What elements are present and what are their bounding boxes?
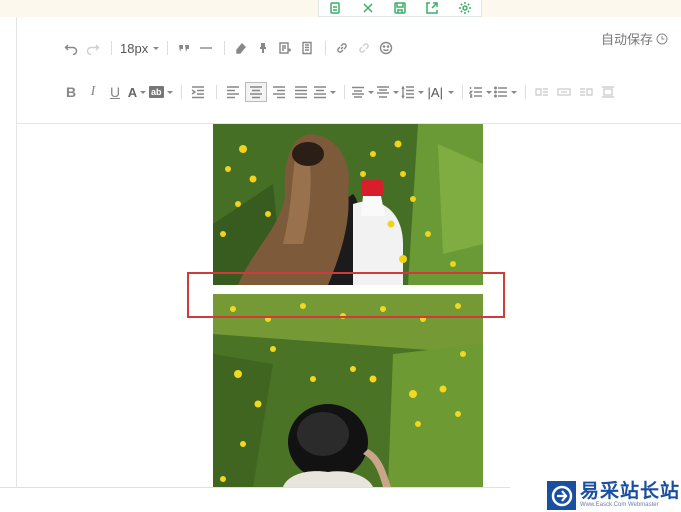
- letter-spacing-button[interactable]: |A|: [426, 83, 454, 101]
- background-color-label: ab: [149, 86, 164, 98]
- save-icon[interactable]: [392, 1, 408, 15]
- toolbar-divider: [180, 85, 182, 99]
- share-icon[interactable]: [424, 1, 440, 15]
- chevron-down-icon: [153, 46, 160, 50]
- italic-label: I: [90, 84, 96, 99]
- redo-icon[interactable]: [83, 39, 103, 57]
- toolbar-divider: [461, 85, 463, 99]
- chevron-down-icon: [329, 90, 336, 94]
- horizontal-rule-icon[interactable]: [196, 39, 216, 57]
- align-center-icon[interactable]: [244, 82, 267, 102]
- watermark-text: 易采站长站 Www.Easck.Com Webmaster: [580, 482, 680, 509]
- align-right-icon[interactable]: [269, 83, 289, 101]
- image-float-toolbar: [318, 0, 482, 17]
- undo-icon[interactable]: [61, 39, 81, 57]
- align-left-icon[interactable]: [223, 83, 243, 101]
- gap-highlight-box: [187, 272, 505, 318]
- chevron-down-icon: [392, 90, 399, 94]
- letter-spacing-label: |A|: [427, 84, 443, 100]
- image-center-icon[interactable]: [598, 83, 618, 101]
- crop-icon[interactable]: [360, 1, 376, 15]
- autosave-label: 自动保存: [600, 32, 653, 47]
- align-distribute-icon[interactable]: [313, 83, 336, 101]
- font-color-button[interactable]: A: [127, 83, 147, 101]
- insert-template-icon[interactable]: [275, 39, 295, 57]
- ordered-list-icon[interactable]: [468, 83, 492, 101]
- toolbar-divider: [524, 85, 526, 99]
- image-float-right-icon[interactable]: [576, 83, 596, 101]
- toolbar-divider: [215, 85, 217, 99]
- emoji-icon[interactable]: [376, 39, 396, 57]
- align-justify-icon[interactable]: [291, 83, 311, 101]
- toolbar-divider: [224, 41, 226, 55]
- toolbar-divider: [325, 41, 327, 55]
- unordered-list-icon[interactable]: [493, 83, 517, 101]
- blockquote-icon[interactable]: [174, 39, 194, 57]
- bold-label: B: [65, 84, 77, 100]
- document-icon[interactable]: [297, 39, 317, 57]
- editor-toolbar: 自动保存 18px B I U A ab |A|: [17, 17, 681, 124]
- toolbar-divider: [111, 41, 112, 55]
- toolbar-row-1: 18px: [61, 39, 398, 57]
- chevron-down-icon: [166, 90, 173, 94]
- unlink-icon[interactable]: [354, 39, 374, 57]
- indent-icon[interactable]: [188, 83, 208, 101]
- watermark-subtitle: Www.Easck.Com Webmaster: [580, 502, 659, 508]
- format-painter-icon[interactable]: [253, 39, 273, 57]
- clear-format-icon[interactable]: [231, 39, 251, 57]
- link-icon[interactable]: [332, 39, 352, 57]
- font-color-label: A: [127, 84, 138, 100]
- font-size-select[interactable]: 18px: [118, 39, 160, 57]
- autosave-status: 自动保存: [601, 29, 668, 48]
- clock-icon: [656, 33, 668, 44]
- copy-icon[interactable]: [327, 1, 343, 15]
- top-notice-bar: [0, 0, 681, 17]
- photo-boy-in-flowers[interactable]: [213, 294, 483, 487]
- rich-text-editor: 自动保存 18px B I U A ab |A|: [16, 17, 681, 487]
- paragraph-spacing-after-icon[interactable]: [376, 83, 399, 101]
- line-height-icon[interactable]: [400, 83, 424, 101]
- chevron-down-icon: [510, 90, 517, 94]
- chevron-down-icon: [140, 90, 147, 94]
- editor-content-area[interactable]: [17, 124, 681, 487]
- chevron-down-icon: [367, 90, 374, 94]
- font-size-value: 18px: [120, 40, 149, 56]
- watermark-title: 易采站长站: [580, 481, 681, 502]
- toolbar-divider: [343, 85, 345, 99]
- photo-girl-in-flowers[interactable]: [213, 124, 483, 285]
- image-inline-icon[interactable]: [554, 83, 574, 101]
- underline-label: U: [109, 84, 121, 100]
- site-watermark: 易采站长站 Www.Easck.Com Webmaster: [547, 479, 681, 512]
- chevron-down-icon: [485, 90, 492, 94]
- toolbar-row-2: B I U A ab |A|: [61, 82, 620, 102]
- settings-icon[interactable]: [457, 1, 473, 15]
- image-float-left-icon[interactable]: [532, 83, 552, 101]
- underline-button[interactable]: U: [105, 83, 125, 101]
- watermark-logo-icon: [547, 481, 576, 510]
- background-color-button[interactable]: ab: [149, 83, 173, 101]
- toolbar-divider: [167, 41, 169, 55]
- bold-button[interactable]: B: [61, 83, 81, 101]
- editor-bottom-divider: [0, 487, 510, 488]
- paragraph-spacing-before-icon[interactable]: [351, 83, 374, 101]
- chevron-down-icon: [447, 90, 454, 94]
- chevron-down-icon: [417, 90, 424, 94]
- italic-button[interactable]: I: [83, 83, 103, 101]
